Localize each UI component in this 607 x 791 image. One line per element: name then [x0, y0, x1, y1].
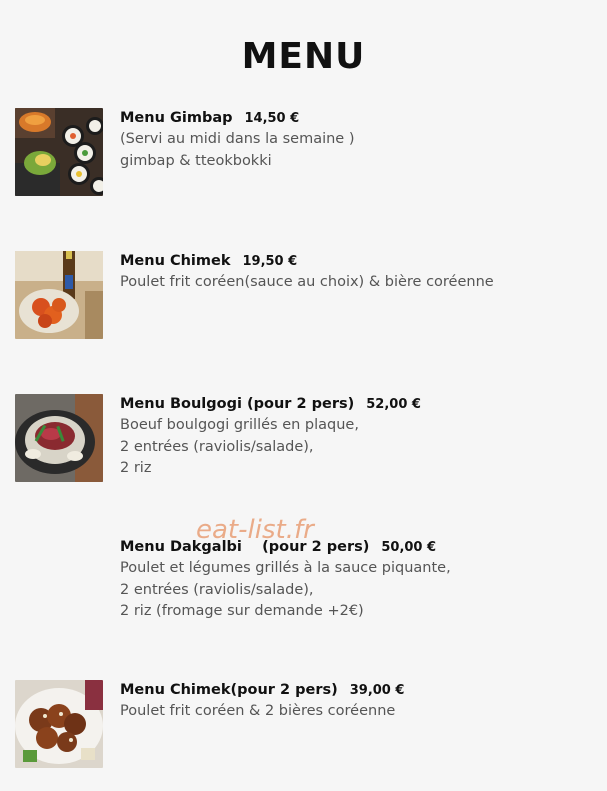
menu-item-price: 14,50 €: [244, 111, 300, 126]
menu-item-name: Menu Gimbap: [120, 110, 233, 126]
menu-item-gimbap: Menu Gimbap 14,50 € (Servi au midi dans l…: [15, 108, 595, 208]
menu-item-price: 39,00 €: [349, 683, 405, 698]
menu-item-chimek: Menu Chimek 19,50 € Poulet frit coréen(sa…: [15, 251, 595, 351]
menu-item-name: Menu Chimek(pour 2 pers): [120, 682, 338, 698]
menu-item-price: 50,00 €: [381, 540, 437, 555]
fried-chicken-beer-photo: [15, 251, 103, 339]
menu-item-header: Menu Chimek 19,50 €: [120, 251, 590, 272]
menu-item-chimek-duo: Menu Chimek(pour 2 pers) 39,00 € Poulet f…: [15, 680, 595, 780]
menu-item-description-line: gimbap & tteokbokki: [120, 152, 272, 169]
menu-item-header: Menu Boulgogi (pour 2 pers) 52,00 €: [120, 394, 590, 415]
watermark: eat-list.fr: [196, 515, 314, 545]
menu-item-description-line: Poulet et légumes grillés à la sauce piq…: [120, 560, 451, 576]
gimbap-photo: [15, 108, 103, 196]
menu-item-header: Menu Chimek(pour 2 pers) 39,00 €: [120, 680, 590, 701]
menu-item-description-line: (Servi au midi dans la semaine ): [120, 131, 355, 147]
menu-item-dakgalbi: Menu Dakgalbi (pour 2 pers) 50,00 € Poule…: [15, 537, 595, 637]
fried-chicken-platter-photo: [15, 680, 103, 768]
bulgogi-plate-photo: [15, 394, 103, 482]
menu-item-name: Menu Chimek: [120, 253, 231, 269]
menu-item-description-line: Boeuf boulgogi grillés en plaque,: [120, 417, 359, 433]
menu-item-price: 52,00 €: [366, 397, 421, 412]
menu-item-boulgogi: Menu Boulgogi (pour 2 pers) 52,00 € Boeuf…: [15, 394, 595, 494]
menu-item-description-line: 2 riz: [120, 460, 152, 476]
menu-item-header: Menu Dakgalbi (pour 2 pers) 50,00 €: [120, 537, 590, 558]
menu-item-description-line: 2 riz (fromage sur demande +2€): [120, 603, 364, 619]
menu-item-description-line: 2 entrées (raviolis/salade),: [120, 581, 314, 598]
menu-item-header: Menu Gimbap 14,50 €: [120, 108, 590, 129]
menu-item-description-line: Poulet frit coréen(sauce au choix) & biè…: [120, 274, 494, 290]
menu-item-description-line: Poulet frit coréen & 2 bières coréenne: [120, 703, 396, 719]
menu-item-name: Menu Boulgogi (pour 2 pers): [120, 396, 355, 412]
menu-item-price: 19,50 €: [242, 254, 298, 269]
menu-item-description-line: 2 entrées (raviolis/salade),: [120, 438, 314, 455]
page-title: MENU: [241, 36, 366, 77]
